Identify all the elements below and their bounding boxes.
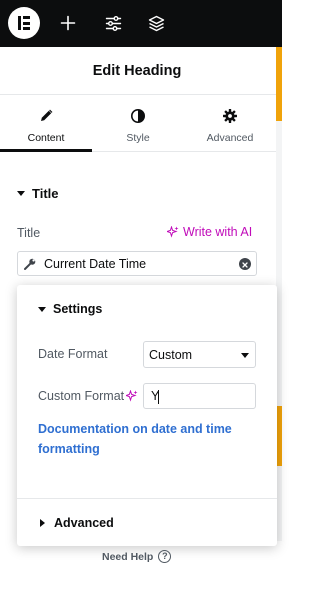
title-field-label: Title <box>17 226 41 240</box>
elementor-logo-icon[interactable] <box>8 7 40 39</box>
custom-format-input[interactable]: Y <box>143 383 256 409</box>
caret-right-icon <box>40 519 45 527</box>
dynamic-tag-settings-popover: Settings Date Format Custom Custom Forma… <box>17 285 277 546</box>
date-format-value: Custom <box>149 348 193 362</box>
section-title: Title <box>32 185 59 201</box>
wrench-icon[interactable] <box>23 257 37 271</box>
pencil-icon <box>38 108 54 124</box>
write-with-ai-label: Write with AI <box>183 225 253 239</box>
ai-sparkle-icon <box>167 226 179 238</box>
title-input-value: Current Date Time <box>44 257 147 271</box>
question-mark-icon: ? <box>158 550 172 563</box>
caret-down-icon <box>17 190 25 196</box>
tab-advanced[interactable]: Advanced <box>184 96 276 152</box>
tab-style[interactable]: Style <box>92 96 184 152</box>
layers-icon[interactable] <box>145 12 167 34</box>
title-dynamic-input[interactable]: Current Date Time <box>17 251 257 276</box>
canvas-edge-top <box>276 47 282 121</box>
date-format-docs-link[interactable]: Documentation on date and time formattin… <box>38 419 253 459</box>
tab-content[interactable]: Content <box>0 96 92 152</box>
advanced-section-toggle[interactable]: Advanced <box>40 516 114 530</box>
text-cursor <box>158 390 159 404</box>
date-format-label: Date Format <box>38 347 108 361</box>
settings-title: Settings <box>53 302 103 316</box>
need-help-link[interactable]: Need Help ? <box>102 550 172 563</box>
plus-icon[interactable] <box>57 12 79 34</box>
tab-style-label: Style <box>126 132 150 144</box>
half-circle-icon <box>130 108 146 124</box>
caret-down-icon <box>38 306 46 312</box>
gear-icon <box>222 108 238 124</box>
ai-sparkle-icon[interactable] <box>126 390 138 402</box>
custom-format-label: Custom Format <box>38 389 125 403</box>
sliders-icon[interactable] <box>102 12 124 34</box>
tab-advanced-label: Advanced <box>206 132 254 144</box>
active-tab-indicator <box>0 149 92 152</box>
panel-header: Edit Heading <box>0 47 282 95</box>
panel-tabs: Content Style Advanced <box>0 96 276 152</box>
chevron-down-icon <box>241 353 249 358</box>
advanced-title: Advanced <box>54 516 114 530</box>
settings-section-toggle[interactable]: Settings <box>38 302 102 316</box>
date-format-select[interactable]: Custom <box>143 341 256 368</box>
write-with-ai-button[interactable]: Write with AI <box>167 225 252 239</box>
popover-divider <box>17 498 277 499</box>
section-title-toggle[interactable]: Title <box>17 185 59 201</box>
top-toolbar <box>0 0 282 47</box>
tab-content-label: Content <box>27 132 65 144</box>
clear-icon[interactable] <box>239 258 251 270</box>
panel-title: Edit Heading <box>92 63 182 79</box>
need-help-label: Need Help <box>102 550 154 563</box>
